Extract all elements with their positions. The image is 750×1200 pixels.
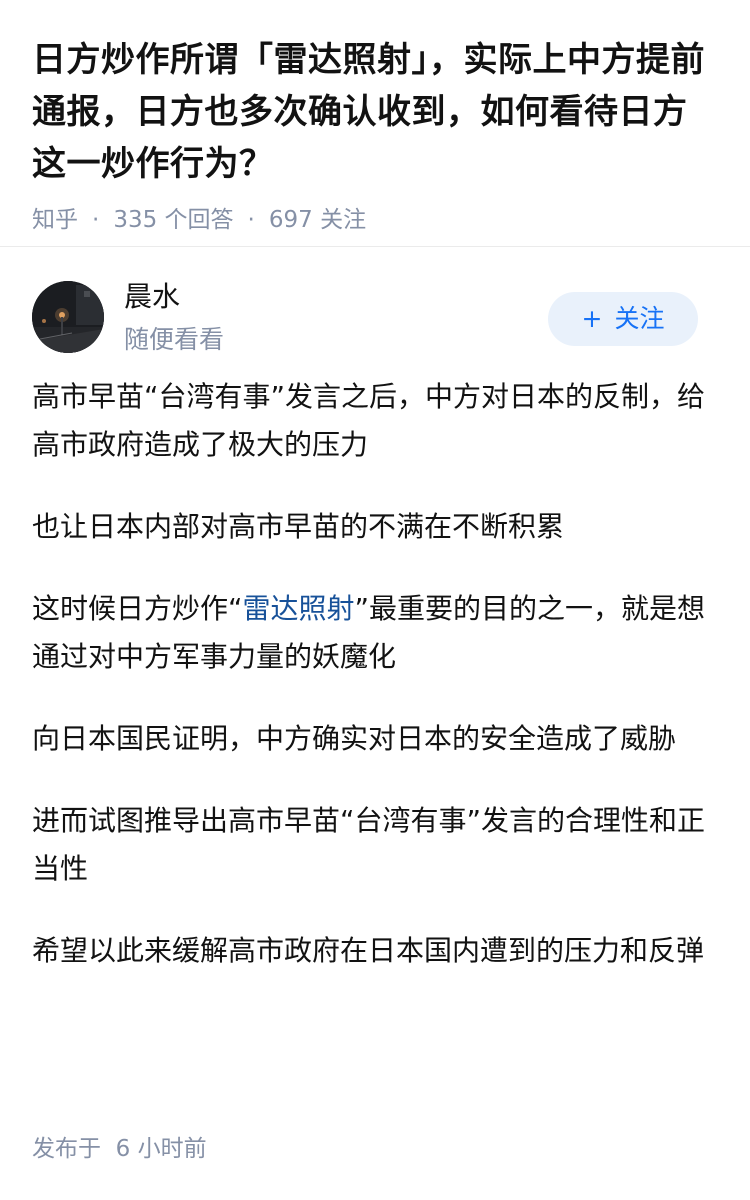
answer-paragraph: 这时候日方炒作“雷达照射”最重要的目的之一，就是想通过对中方军事力量的妖魔化 xyxy=(32,585,718,681)
answer-paragraph: 也让日本内部对高市早苗的不满在不断积累 xyxy=(32,503,718,551)
paragraph-text: 高市早苗“台湾有事”发言之后，中方对日本的反制，给高市政府造成了极大的压力 xyxy=(32,380,706,461)
paragraph-text: 进而试图推导出高市早苗“台湾有事”发言的合理性和正当性 xyxy=(32,804,706,885)
paragraph-text: 向日本国民证明，中方确实对日本的安全造成了威胁 xyxy=(32,722,677,755)
night-street-photo-icon xyxy=(32,281,104,353)
answer-count-label[interactable]: 个回答 xyxy=(165,207,234,233)
source-label[interactable]: 知乎 xyxy=(32,207,78,233)
author-bio: 随便看看 xyxy=(124,325,225,354)
meta-separator: · xyxy=(247,207,255,233)
answer-paragraph: 希望以此来缓解高市政府在日本国内遭到的压力和反弹 xyxy=(32,927,718,975)
question-meta: 知乎 · 335 个回答 · 697 关注 xyxy=(32,204,718,236)
author-bar: 晨水 随便看看 + 关注 xyxy=(0,279,750,379)
answer-paragraph: 向日本国民证明，中方确实对日本的安全造成了威胁 xyxy=(32,715,718,763)
paragraph-text: 这时候日方炒作“ xyxy=(32,592,243,625)
publish-time-value: 6 小时前 xyxy=(115,1136,207,1162)
avatar[interactable] xyxy=(32,281,104,353)
section-divider xyxy=(0,246,750,247)
answer-count[interactable]: 335 xyxy=(113,207,157,233)
paragraph-text: 希望以此来缓解高市政府在日本国内遭到的压力和反弹 xyxy=(32,934,705,967)
answer-body: 高市早苗“台湾有事”发言之后，中方对日本的反制，给高市政府造成了极大的压力也让日… xyxy=(0,373,750,975)
answer-paragraph: 进而试图推导出高市早苗“台湾有事”发言的合理性和正当性 xyxy=(32,797,718,893)
answer-page: 日方炒作所谓「雷达照射」，实际上中方提前通报，日方也多次确认收到，如何看待日方这… xyxy=(0,0,750,1200)
plus-icon: + xyxy=(581,304,603,333)
question-title[interactable]: 日方炒作所谓「雷达照射」，实际上中方提前通报，日方也多次确认收到，如何看待日方这… xyxy=(32,34,718,190)
follow-count[interactable]: 697 xyxy=(269,207,313,233)
follow-button[interactable]: + 关注 xyxy=(548,292,698,346)
question-header: 日方炒作所谓「雷达照射」，实际上中方提前通报，日方也多次确认收到，如何看待日方这… xyxy=(0,0,750,233)
author-name[interactable]: 晨水 xyxy=(124,277,180,317)
publish-label: 发布于 xyxy=(32,1136,101,1162)
search-keyword-link[interactable]: 雷达照射 xyxy=(243,592,355,625)
follow-button-label: 关注 xyxy=(614,304,665,333)
answer-paragraph: 高市早苗“台湾有事”发言之后，中方对日本的反制，给高市政府造成了极大的压力 xyxy=(32,373,718,469)
paragraph-text: 也让日本内部对高市早苗的不满在不断积累 xyxy=(32,510,565,543)
publish-time: 发布于 6 小时前 xyxy=(32,1132,207,1166)
follow-count-label[interactable]: 关注 xyxy=(320,207,366,233)
meta-separator: · xyxy=(92,207,100,233)
